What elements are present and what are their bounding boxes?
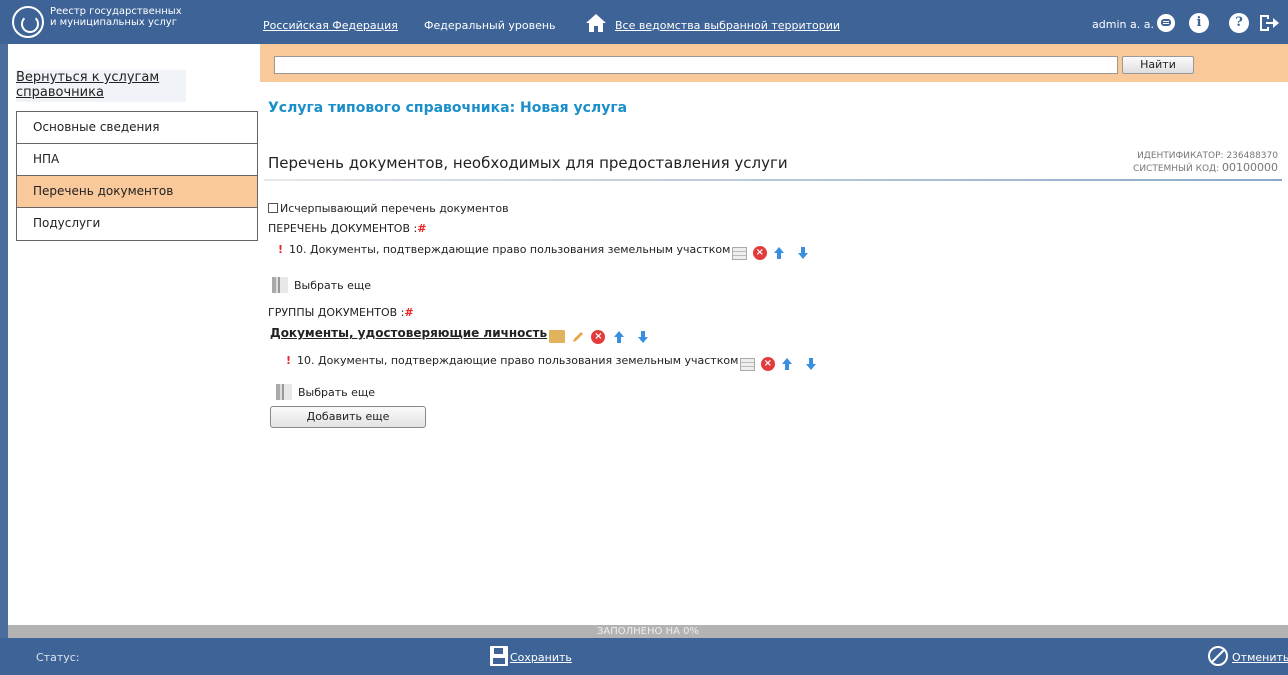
save-icon[interactable] <box>490 646 508 666</box>
identifier-label: ИДЕНТИФИКАТОР: <box>1137 151 1224 161</box>
system-code-value: 00100000 <box>1222 161 1278 174</box>
progress-bar: ЗАПОЛНЕНО НА 0% <box>8 625 1288 638</box>
document-text: 10. Документы, подтверждающие право поль… <box>289 243 731 256</box>
agencies-link[interactable]: Все ведомства выбранной территории <box>615 19 840 32</box>
cancel-label[interactable]: Отменить <box>1232 651 1288 664</box>
documents-hash: # <box>417 222 427 235</box>
search-input[interactable] <box>274 56 1118 74</box>
sidebar-item-subservices[interactable]: Подуслуги <box>17 208 257 240</box>
cancel-button[interactable]: Отменить <box>1208 646 1288 666</box>
search-button[interactable]: Найти <box>1122 56 1194 74</box>
home-icon[interactable] <box>585 13 607 33</box>
logo-text[interactable]: Реестр государственных и муниципальных у… <box>50 6 190 28</box>
back-to-services-link[interactable]: Вернуться к услугам справочника <box>16 70 186 102</box>
section-title: Перечень документов, необходимых для пре… <box>268 154 788 172</box>
main-content: Найти Услуга типового справочника: Новая… <box>260 44 1288 625</box>
exhaustive-row: Исчерпывающий перечень документов <box>268 202 509 215</box>
help-icon[interactable]: ? <box>1229 13 1249 33</box>
cancel-icon[interactable] <box>1208 646 1228 666</box>
folder-icon[interactable] <box>549 330 566 343</box>
select-more-row[interactable]: Выбрать еще <box>272 277 371 293</box>
system-code-label: СИСТЕМНЫЙ КОД: <box>1133 164 1220 174</box>
group-select-more-label[interactable]: Выбрать еще <box>298 386 375 399</box>
identifier-value: 236488370 <box>1226 151 1278 161</box>
group-move-down-icon[interactable] <box>636 330 650 344</box>
status-label: Статус: <box>36 651 80 664</box>
exhaustive-checkbox[interactable] <box>268 203 278 213</box>
groups-label-row: ГРУППЫ ДОКУМЕНТОВ :# <box>268 306 414 319</box>
sidebar-item-npa[interactable]: НПА <box>17 144 257 176</box>
search-bar: Найти <box>260 44 1288 82</box>
progress-label: ЗАПОЛНЕНО НА 0% <box>597 626 699 637</box>
group-row: Документы, удостоверяющие личность × <box>270 326 650 344</box>
documents-label: ПЕРЕЧЕНЬ ДОКУМЕНТОВ : <box>268 222 418 235</box>
user-name[interactable]: admin a. a. <box>1092 18 1154 31</box>
move-up-icon[interactable] <box>772 246 786 260</box>
group-title[interactable]: Документы, удостоверяющие личность <box>270 326 547 340</box>
select-more-icon[interactable] <box>272 277 288 293</box>
logout-icon[interactable] <box>1258 13 1280 33</box>
save-button[interactable]: Сохранить <box>490 646 572 666</box>
document-details-icon[interactable] <box>732 246 748 260</box>
move-up-icon[interactable] <box>780 357 794 371</box>
top-bar: Реестр государственных и муниципальных у… <box>0 0 1288 44</box>
logo-icon[interactable] <box>12 6 44 38</box>
delete-group-icon[interactable]: × <box>591 329 606 344</box>
region-link[interactable]: Российская Федерация <box>263 19 398 32</box>
sidebar-nav: Основные сведения НПА Перечень документо… <box>16 111 258 241</box>
required-icon: ! <box>286 354 292 367</box>
info-icon[interactable]: i <box>1189 13 1209 33</box>
group-select-more-row[interactable]: Выбрать еще <box>276 384 375 400</box>
level-label[interactable]: Федеральный уровень <box>424 19 556 32</box>
delete-icon[interactable]: × <box>760 357 775 371</box>
document-item: ! 10. Документы, подтверждающие право пол… <box>278 243 810 260</box>
move-down-icon[interactable] <box>804 357 818 371</box>
delete-icon[interactable]: × <box>752 246 767 260</box>
required-icon: ! <box>278 243 284 256</box>
chat-icon[interactable] <box>1156 13 1176 33</box>
groups-label: ГРУППЫ ДОКУМЕНТОВ : <box>268 306 405 319</box>
section-divider <box>264 179 1282 181</box>
add-more-button[interactable]: Добавить еще <box>270 406 426 428</box>
bottom-bar: Статус: Сохранить Отменить <box>0 638 1288 675</box>
sidebar: Вернуться к услугам справочника Основные… <box>8 44 260 625</box>
group-document-text: 10. Документы, подтверждающие право поль… <box>297 354 739 367</box>
document-details-icon[interactable] <box>740 357 756 371</box>
group-document-item: ! 10. Документы, подтверждающие право пол… <box>286 354 818 371</box>
identifier-block: ИДЕНТИФИКАТОР: 236488370 СИСТЕМНЫЙ КОД: … <box>1133 150 1278 175</box>
documents-label-row: ПЕРЕЧЕНЬ ДОКУМЕНТОВ :# <box>268 222 426 235</box>
groups-hash: # <box>404 306 414 319</box>
select-more-icon[interactable] <box>276 384 292 400</box>
edit-icon[interactable] <box>571 330 585 344</box>
exhaustive-label[interactable]: Исчерпывающий перечень документов <box>280 202 509 215</box>
sidebar-item-documents[interactable]: Перечень документов <box>17 176 257 208</box>
select-more-label[interactable]: Выбрать еще <box>294 279 371 292</box>
move-down-icon[interactable] <box>796 246 810 260</box>
group-move-up-icon[interactable] <box>612 330 626 344</box>
save-label[interactable]: Сохранить <box>510 651 572 664</box>
sidebar-item-main-info[interactable]: Основные сведения <box>17 112 257 144</box>
service-title: Услуга типового справочника: Новая услуг… <box>268 100 628 116</box>
